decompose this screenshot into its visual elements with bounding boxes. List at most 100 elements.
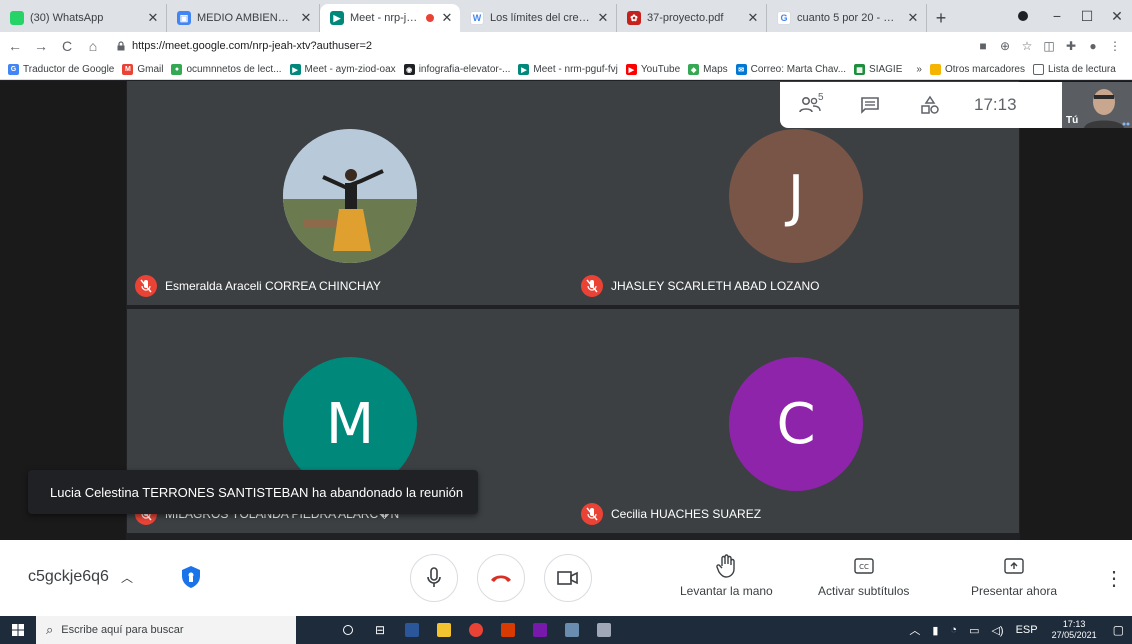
- maximize-button[interactable]: ☐: [1070, 0, 1104, 32]
- office-icon[interactable]: [492, 616, 524, 644]
- usb-icon[interactable]: ▮: [932, 624, 938, 637]
- close-tab-icon[interactable]: ✕: [596, 10, 610, 26]
- bookmark-item[interactable]: G Traductor de Google: [8, 64, 114, 75]
- minimize-button[interactable]: −: [1040, 0, 1074, 32]
- chat-icon: [861, 97, 879, 114]
- host-controls-button[interactable]: [176, 562, 206, 592]
- bookmarks-bar: G Traductor de Google M Gmail ● ocumnnetos de…: [0, 60, 1132, 80]
- word-icon[interactable]: [396, 616, 428, 644]
- participant-tile[interactable]: C Cecilia HUACHES SUAREZ: [573, 309, 1019, 533]
- raise-hand-button[interactable]: Levantar la mano: [680, 554, 773, 598]
- bookmark-item[interactable]: ● ocumnnetos de lect...: [171, 64, 282, 75]
- closed-captions-icon: CC: [853, 558, 874, 574]
- profile-icon[interactable]: [1006, 0, 1040, 32]
- url-text: https://meet.google.com/nrp-jeah-xtv?aut…: [132, 40, 372, 52]
- bookmark-favicon-icon: ▶: [518, 64, 530, 75]
- close-tab-icon[interactable]: ✕: [746, 10, 760, 26]
- participant-tile[interactable]: Esmeralda Araceli CORREA CHINCHAY: [127, 81, 573, 305]
- recording-dot-icon: [426, 14, 434, 22]
- present-screen-icon: [1004, 558, 1024, 574]
- bookmark-favicon-icon: ✉: [735, 64, 747, 75]
- menu-kebab-icon[interactable]: ⋮: [1104, 35, 1126, 57]
- new-tab-button[interactable]: +: [927, 4, 955, 32]
- bookmark-item[interactable]: ◉ infografia-elevator-...: [403, 64, 510, 75]
- bookmark-item[interactable]: ▶ Meet - nrm-pguf-fvj: [518, 64, 618, 75]
- language-indicator[interactable]: ESP: [1016, 624, 1038, 636]
- close-window-button[interactable]: ✕: [1100, 0, 1132, 32]
- browser-tab[interactable]: (30) WhatsApp ✕: [0, 4, 167, 32]
- extensions-puzzle-icon[interactable]: ✚: [1060, 35, 1082, 57]
- cortana-icon[interactable]: [332, 616, 364, 644]
- browser-tab[interactable]: ✿ 37-proyecto.pdf ✕: [617, 4, 767, 32]
- tab-title: Los límites del crecimiento: [490, 12, 590, 24]
- paint-icon[interactable]: [556, 616, 588, 644]
- bookmark-favicon-icon: ▶: [625, 64, 637, 75]
- forward-button[interactable]: →: [30, 35, 52, 57]
- extension-icon[interactable]: ◫: [1038, 35, 1060, 57]
- close-tab-icon[interactable]: ✕: [440, 10, 454, 26]
- url-field[interactable]: https://meet.google.com/nrp-jeah-xtv?aut…: [112, 35, 952, 57]
- browser-tab[interactable]: ▣ MEDIO AMBIENTE Y DESARR ✕: [167, 4, 320, 32]
- taskbar-search-box[interactable]: ⌕ Escribe aquí para buscar: [36, 616, 296, 644]
- mic-off-icon: [581, 275, 603, 297]
- bookmarks-overflow-button[interactable]: »: [916, 64, 922, 75]
- file-explorer-icon[interactable]: [428, 616, 460, 644]
- folder-icon: [929, 64, 941, 75]
- present-now-button[interactable]: Presentar ahora: [971, 554, 1057, 598]
- reload-button[interactable]: C: [56, 35, 78, 57]
- captions-button[interactable]: CC Activar subtítulos: [818, 554, 909, 598]
- more-options-icon[interactable]: ⋮: [1104, 566, 1124, 591]
- taskbar-clock[interactable]: 17:13 27/05/2021: [1052, 619, 1097, 641]
- participants-count: 5: [818, 92, 824, 103]
- volume-icon[interactable]: ◁): [991, 624, 1003, 637]
- meeting-details-button[interactable]: c5gckje6q6 ︿: [28, 568, 133, 586]
- tab-title: MEDIO AMBIENTE Y DESARR: [197, 12, 293, 24]
- bookmark-item[interactable]: ▶ YouTube: [625, 64, 681, 75]
- battery-icon[interactable]: ▭: [969, 624, 979, 637]
- bookmark-item[interactable]: ◆ Maps: [688, 64, 728, 75]
- participants-button[interactable]: 5: [780, 82, 840, 128]
- zoom-icon[interactable]: ⊕: [994, 35, 1016, 57]
- bookmark-item[interactable]: ▦ SIAGIE: [854, 64, 902, 75]
- camera-button[interactable]: [544, 554, 592, 602]
- reading-list-button[interactable]: Lista de lectura: [1032, 64, 1116, 75]
- account-avatar-icon[interactable]: ●: [1082, 35, 1104, 57]
- chrome-icon[interactable]: [460, 616, 492, 644]
- reading-list-icon: [1032, 64, 1044, 75]
- camera-in-use-icon[interactable]: ■: [972, 35, 994, 57]
- chat-button[interactable]: [840, 82, 900, 128]
- activities-button[interactable]: [900, 82, 960, 128]
- browser-tab-strip: (30) WhatsApp✕▣MEDIO AMBIENTE Y DESARR✕▶…: [0, 0, 1132, 32]
- browser-tab[interactable]: W Los límites del crecimiento ✕: [460, 4, 617, 32]
- bookmark-favicon-icon: ◆: [688, 64, 700, 75]
- wifi-icon[interactable]: ◔: [950, 624, 957, 636]
- browser-tab[interactable]: Gcuanto 5 por 20 - Buscar co ✕: [767, 4, 927, 32]
- back-button[interactable]: ←: [4, 35, 26, 57]
- start-button[interactable]: [0, 616, 36, 644]
- notifications-icon[interactable]: ▢: [1113, 623, 1124, 637]
- chevron-up-icon[interactable]: ︿: [909, 622, 920, 638]
- close-tab-icon[interactable]: ✕: [299, 10, 313, 26]
- tab-favicon-icon: ▶: [330, 11, 344, 25]
- participant-left-toast: Lucia Celestina TERRONES SANTISTEBAN ha …: [28, 470, 478, 514]
- self-view-tile[interactable]: Tú: [1062, 82, 1132, 128]
- onenote-icon[interactable]: [524, 616, 556, 644]
- close-tab-icon[interactable]: ✕: [906, 10, 920, 26]
- video-camera-icon: [557, 571, 578, 585]
- participant-name: JHASLEY SCARLETH ABAD LOZANO: [611, 279, 820, 293]
- app-icon[interactable]: [588, 616, 620, 644]
- bookmark-item[interactable]: ▶ Meet - aym-ziod-oax: [289, 64, 396, 75]
- home-button[interactable]: ⌂: [82, 35, 104, 57]
- microphone-button[interactable]: [410, 554, 458, 602]
- tab-favicon-icon: [10, 11, 24, 25]
- leave-call-button[interactable]: [477, 554, 525, 602]
- task-view-icon[interactable]: ⊟: [364, 616, 396, 644]
- bookmark-item[interactable]: M Gmail: [122, 64, 163, 75]
- bookmark-star-icon[interactable]: ☆: [1016, 35, 1038, 57]
- close-tab-icon[interactable]: ✕: [146, 10, 160, 26]
- bookmark-label: YouTube: [640, 64, 681, 75]
- browser-tab[interactable]: ▶ Meet - nrp-jeah-xtv ✕: [320, 4, 460, 32]
- bookmark-favicon-icon: ◉: [403, 64, 415, 75]
- bookmark-item[interactable]: ✉ Correo: Marta Chav...: [735, 64, 846, 75]
- other-bookmarks-folder[interactable]: Otros marcadores: [929, 64, 1025, 75]
